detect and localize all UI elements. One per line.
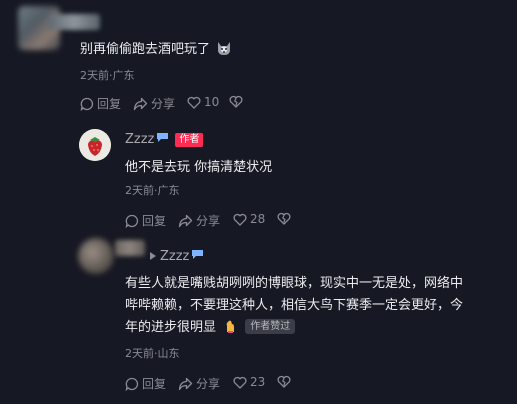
username[interactable] (115, 240, 145, 256)
username[interactable] (48, 14, 100, 30)
heart-icon (233, 376, 247, 389)
dislike-button[interactable] (277, 375, 291, 388)
share-arrow-icon (133, 97, 148, 110)
avatar[interactable] (78, 238, 114, 274)
comment-meta: 2天前·广东 (125, 184, 180, 197)
share-arrow-icon (178, 377, 193, 390)
reply-button[interactable]: 回复 (80, 95, 121, 112)
play-arrow-icon (150, 249, 156, 264)
like-count: 23 (250, 375, 266, 389)
comment-bubble-icon (125, 377, 139, 391)
dislike-button[interactable] (229, 95, 243, 108)
speech-bubble-icon (191, 249, 204, 264)
broken-heart-icon (277, 212, 291, 225)
broken-heart-icon (229, 95, 243, 108)
comment-meta: 2天前·山东 (125, 347, 180, 360)
dislike-button[interactable] (277, 212, 291, 225)
reply-to-username[interactable]: Zzzz (160, 249, 189, 264)
username[interactable]: Zzzz (125, 132, 154, 147)
share-button[interactable]: 分享 (133, 95, 175, 112)
reply-button[interactable]: 回复 (125, 212, 166, 229)
strong-arm-icon (223, 318, 237, 342)
author-avatar[interactable] (79, 129, 111, 161)
comment-bubble-icon (125, 214, 139, 228)
speech-bubble-icon (156, 132, 169, 147)
author-liked-badge: 作者赞过 (245, 319, 296, 334)
strawberry-avatar-icon (79, 129, 111, 161)
author-badge: 作者 (175, 132, 204, 147)
like-count: 28 (250, 212, 266, 226)
share-arrow-icon (178, 214, 193, 227)
heart-icon (187, 96, 201, 109)
broken-heart-icon (277, 375, 291, 388)
like-count: 10 (204, 95, 220, 109)
reply-to-row: Zzzz (150, 249, 204, 264)
heart-icon (233, 213, 247, 226)
comment-text: 有些人就是嘴贱胡咧咧的博眼球，现实中一无是处，网络中 哔哔赖赖，不要理这种人，相… (125, 273, 510, 342)
comment-text: 别再偷偷跑去酒吧玩了 (80, 39, 232, 64)
like-button[interactable]: 23 (233, 375, 265, 389)
author-name-row: Zzzz 作者 (125, 132, 204, 147)
like-button[interactable]: 28 (233, 212, 265, 226)
comment-meta: 2天前·广东 (80, 69, 135, 82)
reply-button[interactable]: 回复 (125, 375, 166, 392)
like-button[interactable]: 10 (187, 95, 219, 109)
comment-bubble-icon (80, 97, 94, 111)
comment-text: 他不是去玩 你搞清楚状况 (125, 160, 273, 175)
share-button[interactable]: 分享 (178, 375, 220, 392)
husky-face-icon (216, 40, 232, 64)
share-button[interactable]: 分享 (178, 212, 220, 229)
